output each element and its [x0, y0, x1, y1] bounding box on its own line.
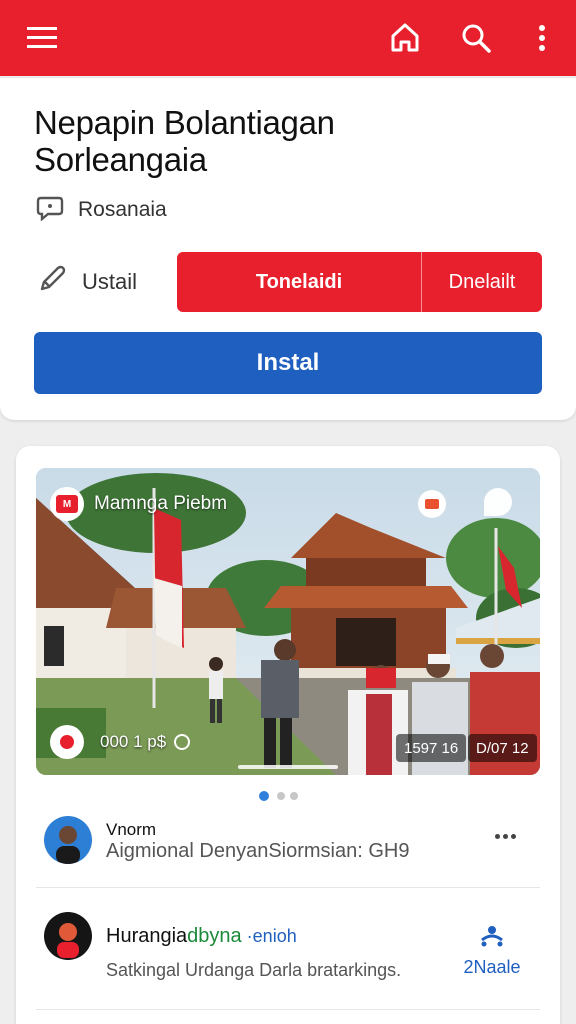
media-carousel[interactable]: M Mamnga Piebm 000 1 p$ 1597 16 D/07 12	[36, 468, 540, 775]
install-label-group: Ustail	[36, 252, 137, 312]
progress-scrubber[interactable]	[238, 765, 338, 769]
menu-icon[interactable]	[22, 18, 62, 58]
source-label: Mamnga Piebm	[94, 493, 228, 514]
avatar[interactable]	[44, 816, 92, 864]
app-header-card: Nepapin Bolantiagan Sorleangaia Rosanaia…	[0, 78, 576, 420]
item-name: Hurangiadbyna ·enioh	[106, 925, 297, 948]
item-subtitle: Satkingal Urdanga Darla bratarkings.	[106, 960, 402, 980]
split-button: Tonelaidi Dnelailt	[177, 252, 542, 312]
pagination-dot[interactable]	[290, 792, 298, 800]
meta-row: Rosanaia	[36, 196, 167, 224]
badge-icon[interactable]	[418, 490, 446, 518]
item-name-part: dbyna	[187, 925, 242, 947]
pagination-dot[interactable]	[277, 792, 285, 800]
speech-bubble-icon[interactable]	[484, 488, 512, 516]
share-label: 2Naale	[463, 957, 521, 977]
item-name-part: Hurangia	[106, 925, 188, 947]
source-logo-icon: M	[50, 487, 84, 521]
split-secondary-button[interactable]: Dnelailt	[422, 252, 542, 312]
more-vertical-icon[interactable]	[522, 18, 562, 58]
page-title: Nepapin Bolantiagan Sorleangaia	[34, 104, 335, 178]
search-icon[interactable]	[456, 18, 496, 58]
list-item[interactable]: Hurangiadbyna ·enioh Satkingal Urdanga D…	[36, 890, 540, 1010]
emoji-icon	[174, 734, 191, 750]
pagination-dot-active[interactable]	[259, 791, 269, 801]
action-row: Ustail Tonelaidi Dnelailt	[36, 252, 542, 312]
install-button[interactable]: Instal	[34, 332, 542, 394]
item-name-link[interactable]: ·enioh	[242, 926, 297, 946]
media-stats: 000 1 p$	[50, 724, 191, 760]
avatar[interactable]	[44, 912, 92, 960]
split-primary-button[interactable]: Tonelaidi	[177, 252, 422, 312]
carousel-pagination	[259, 791, 303, 801]
media-source[interactable]: M Mamnga Piebm	[50, 486, 227, 522]
home-icon[interactable]	[385, 18, 425, 58]
install-label: Ustail	[82, 269, 138, 294]
timestamp-tag-right: D/07 12	[468, 734, 537, 762]
timestamp-tag-left: 1597 16	[396, 734, 467, 762]
stats-label: 000 1 p$	[100, 732, 167, 751]
chat-icon	[36, 195, 64, 226]
more-horizontal-icon[interactable]	[492, 834, 516, 839]
location-pin-icon[interactable]	[50, 725, 84, 759]
content-card: M Mamnga Piebm 000 1 p$ 1597 16 D/07 12 …	[16, 446, 560, 1024]
people-icon	[478, 926, 506, 952]
item-name: Vnorm	[106, 820, 157, 839]
share-action[interactable]: 2Naale	[462, 924, 522, 978]
list-item[interactable]: Vnorm Aigmional DenyanSiormsian: GH9	[36, 810, 540, 888]
top-app-bar	[0, 0, 576, 76]
item-subtitle: Aigmional DenyanSiormsian: GH9	[106, 840, 410, 862]
pencil-icon	[36, 263, 68, 301]
meta-label: Rosanaia	[78, 198, 167, 221]
